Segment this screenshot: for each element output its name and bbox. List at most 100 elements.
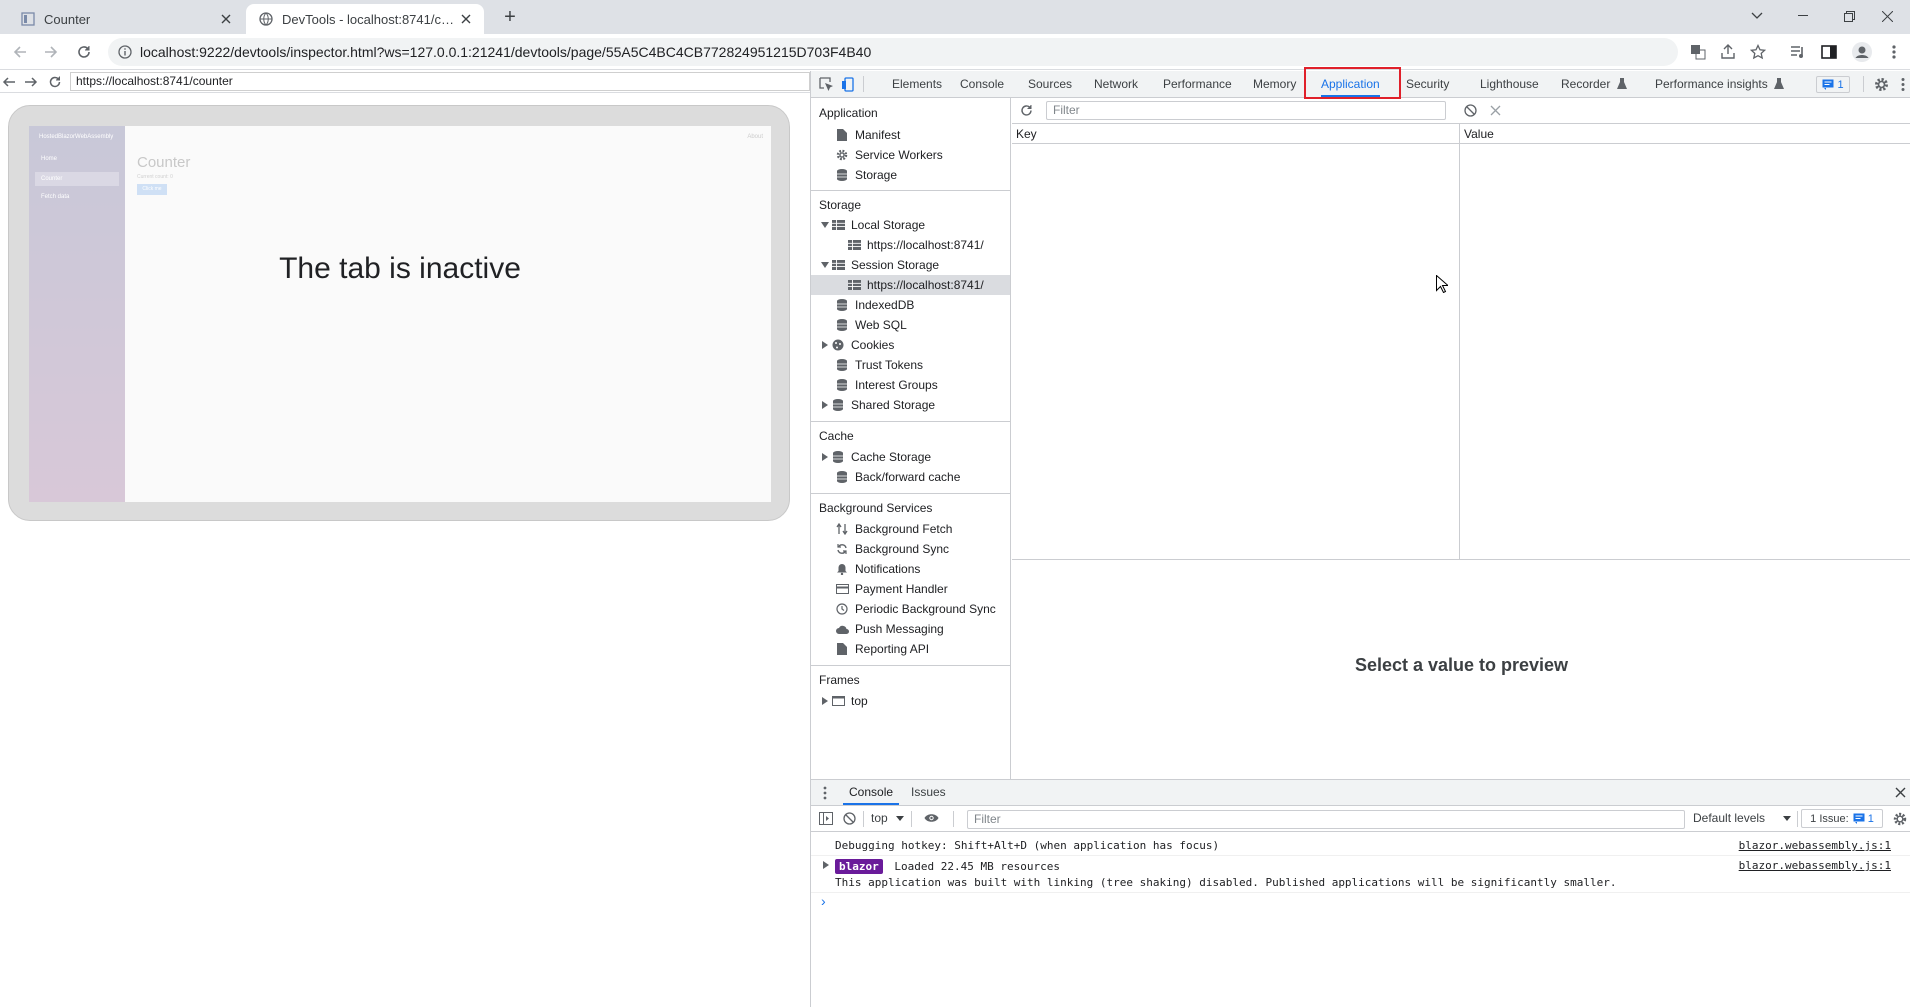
drawer-tab-issues[interactable]: Issues [911,780,946,805]
issues-label: 1 Issue: [1810,812,1849,825]
browser-tab-devtools[interactable]: DevTools - localhost:8741/counter [246,4,484,34]
customize-kebab-icon[interactable] [1901,77,1905,92]
sidebar-item-local-storage-origin[interactable]: https://localhost:8741/ [811,235,1010,255]
drawer-menu-kebab-icon[interactable] [823,786,827,800]
menu-kebab-icon[interactable] [1888,42,1900,62]
minimize-button[interactable] [1780,0,1826,32]
sidebar-item-push-messaging[interactable]: Push Messaging [811,619,1010,639]
sidebar-item-frame-top[interactable]: top [811,691,1010,711]
sidebar-item-storage[interactable]: Storage [811,165,1010,185]
forward-icon[interactable] [41,42,61,62]
cookie-icon [831,338,845,352]
column-key[interactable]: Key [1016,127,1037,141]
tab-performance-insights[interactable]: Performance insights [1655,71,1768,97]
tab-network[interactable]: Network [1094,71,1138,97]
drawer-tab-console[interactable]: Console [842,780,900,805]
sidebar-item-cookies[interactable]: Cookies [811,335,1010,355]
console-settings-gear-icon[interactable] [1893,812,1907,826]
sidebar-item-session-storage[interactable]: Session Storage [811,255,1010,275]
sidebar-item-periodic-background-sync[interactable]: Periodic Background Sync [811,599,1010,619]
sidebar-item-back-forward-cache[interactable]: Back/forward cache [811,467,1010,487]
share-icon[interactable] [1718,42,1738,62]
clear-all-icon[interactable] [1464,104,1477,117]
console-prompt[interactable]: › [821,893,826,909]
tab-security[interactable]: Security [1406,71,1449,97]
column-value[interactable]: Value [1464,127,1494,141]
reload-icon[interactable] [48,75,62,89]
expanded-triangle-icon[interactable] [819,219,831,231]
sidebar-item-label: Cache Storage [851,450,932,464]
media-controls-icon[interactable] [1788,42,1808,62]
sidebar-item-session-storage-origin[interactable]: https://localhost:8741/ [811,275,1010,295]
sidebar-toggle-icon[interactable] [819,812,833,825]
sidebar-item-background-fetch[interactable]: Background Fetch [811,519,1010,539]
sidebar-item-reporting-api[interactable]: Reporting API [811,639,1010,659]
context-selector[interactable]: top [871,811,888,825]
tab-performance[interactable]: Performance [1163,71,1232,97]
reload-icon[interactable] [74,42,94,62]
expanded-triangle-icon[interactable] [819,259,831,271]
profile-avatar-icon[interactable] [1852,42,1872,62]
grid-preview-divider[interactable] [1012,559,1910,560]
screencast-screen[interactable]: HostedBlazorWebAssembly Home Counter Fet… [29,126,771,502]
collapsed-triangle-icon[interactable] [819,451,831,463]
translate-icon[interactable] [1688,42,1708,62]
console-filter-input[interactable]: Filter [967,810,1685,829]
close-icon[interactable] [458,11,474,27]
collapsed-triangle-icon[interactable] [819,339,831,351]
sidebar-item-cache-storage[interactable]: Cache Storage [811,447,1010,467]
close-window-button[interactable] [1864,0,1910,32]
sidebar-item-manifest[interactable]: Manifest [811,125,1010,145]
sidebar-item-indexeddb[interactable]: IndexedDB [811,295,1010,315]
sidebar-item-notifications[interactable]: Notifications [811,559,1010,579]
sidebar-item-service-workers[interactable]: Service Workers [811,145,1010,165]
tab-console[interactable]: Console [960,71,1004,97]
console-source-link[interactable]: blazor.webassembly.js:1 [1739,839,1891,852]
sidebar-item-web-sql[interactable]: Web SQL [811,315,1010,335]
back-icon[interactable] [10,42,30,62]
storage-filter-input[interactable]: Filter [1046,101,1446,120]
settings-gear-icon[interactable] [1874,77,1889,92]
tab-elements[interactable]: Elements [892,71,942,97]
inspect-element-icon[interactable] [819,77,834,92]
tab-sources[interactable]: Sources [1028,71,1072,97]
clear-console-icon[interactable] [843,812,856,825]
tab-recorder[interactable]: Recorder [1561,71,1610,97]
forward-icon[interactable] [24,75,38,89]
browser-tab-counter[interactable]: Counter [8,4,244,34]
close-drawer-icon[interactable] [1895,787,1906,798]
tab-strip: Counter DevTools - localhost:8741/counte… [0,0,1910,34]
screencast-url-field[interactable]: https://localhost:8741/counter [70,72,810,91]
close-icon[interactable] [218,11,234,27]
console-source-link[interactable]: blazor.webassembly.js:1 [1739,859,1891,872]
collapsed-triangle-icon[interactable] [819,695,831,707]
sidebar-item-background-sync[interactable]: Background Sync [811,539,1010,559]
console-issues-button[interactable]: 1 Issue: 1 [1801,809,1883,828]
bookmark-star-icon[interactable] [1748,42,1768,62]
tab-memory[interactable]: Memory [1253,71,1296,97]
refresh-icon[interactable] [1020,104,1033,117]
new-tab-button[interactable]: + [498,6,522,30]
info-icon[interactable] [118,45,132,59]
sidebar-item-shared-storage[interactable]: Shared Storage [811,395,1010,415]
sidebar-item-label: Web SQL [855,318,907,332]
delete-selected-icon[interactable] [1490,105,1501,116]
side-panel-icon[interactable] [1819,42,1839,62]
log-levels-dropdown[interactable]: Default levels [1693,811,1765,825]
issues-counter-button[interactable]: 1 [1816,76,1850,93]
sidebar-item-interest-groups[interactable]: Interest Groups [811,375,1010,395]
back-icon[interactable] [2,75,16,89]
database-icon [831,398,845,412]
section-frames: Frames [819,673,860,687]
sidebar-item-trust-tokens[interactable]: Trust Tokens [811,355,1010,375]
sidebar-item-payment-handler[interactable]: Payment Handler [811,579,1010,599]
database-icon [835,470,849,484]
collapsed-triangle-icon[interactable] [819,399,831,411]
live-expression-eye-icon[interactable] [924,813,939,823]
tab-search-icon[interactable] [1734,0,1780,32]
sidebar-item-local-storage[interactable]: Local Storage [811,215,1010,235]
device-toolbar-icon[interactable] [841,77,856,92]
address-bar[interactable]: localhost:9222/devtools/inspector.html?w… [108,38,1678,66]
document-icon [835,642,849,656]
tab-lighthouse[interactable]: Lighthouse [1480,71,1539,97]
